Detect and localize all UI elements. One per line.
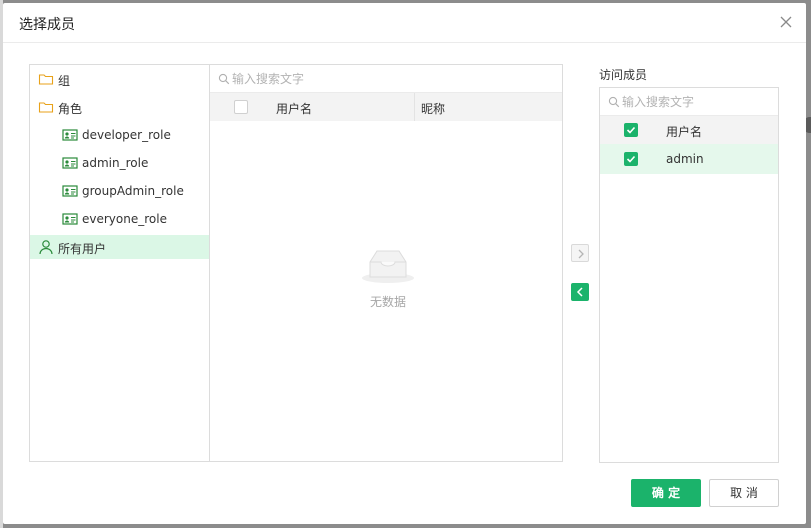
table-row[interactable]: admin [600, 144, 778, 174]
folder-icon [38, 71, 54, 87]
user-table-header: 用户名 昵称 [210, 93, 562, 121]
dialog-title: 选择成员 [19, 17, 75, 33]
add-to-members-button[interactable] [571, 244, 589, 262]
member-search-bar [600, 88, 778, 116]
members-select-all-checkbox[interactable] [624, 123, 638, 137]
tree-item-all-users[interactable]: 所有用户 [30, 235, 209, 259]
role-card-icon [62, 155, 78, 171]
close-icon[interactable] [778, 14, 794, 30]
tree-item-groupadmin-role[interactable]: groupAdmin_role [30, 179, 209, 203]
column-header-username: 用户名 [276, 102, 313, 116]
empty-state: 无数据 [358, 245, 418, 315]
members-label: 访问成员 [599, 68, 648, 82]
select-all-checkbox[interactable] [234, 100, 248, 114]
column-header-username: 用户名 [666, 125, 703, 139]
user-list-panel: 用户名 昵称 无数据 [209, 64, 563, 462]
member-table-header: 用户名 [600, 116, 778, 144]
tree-item-role[interactable]: 角色 [30, 95, 209, 119]
confirm-button[interactable]: 确 定 [631, 479, 701, 507]
tree-item-label: groupAdmin_role [82, 184, 184, 198]
role-card-icon [62, 183, 78, 199]
tree-item-group[interactable]: 组 [30, 67, 209, 91]
folder-icon [38, 99, 54, 115]
tree-item-label: 角色 [58, 102, 83, 116]
search-icon [218, 73, 230, 85]
empty-text: 无数据 [369, 295, 406, 309]
role-card-icon [62, 127, 78, 143]
member-search-input[interactable] [622, 92, 762, 112]
dialog-header: 选择成员 [3, 3, 806, 43]
tree-item-label: admin_role [82, 156, 149, 170]
tree-item-label: developer_role [82, 128, 171, 142]
tree-item-admin-role[interactable]: admin_role [30, 151, 209, 175]
tree-item-label: everyone_role [82, 212, 167, 226]
member-type-tree: 组 角色 developer_role admin_role groupAdmi… [29, 64, 209, 462]
select-members-dialog: 选择成员 组 角色 developer_role admin_role grou… [3, 3, 806, 524]
user-search-bar [210, 65, 562, 93]
user-search-input[interactable] [232, 69, 532, 89]
search-icon [608, 96, 620, 108]
tree-item-developer-role[interactable]: developer_role [30, 123, 209, 147]
member-username: admin [666, 152, 704, 166]
role-card-icon [62, 211, 78, 227]
tree-item-everyone-role[interactable]: everyone_role [30, 207, 209, 231]
empty-inbox-icon [360, 245, 416, 288]
column-header-nickname: 昵称 [421, 102, 446, 116]
tree-item-label: 组 [58, 74, 71, 88]
user-icon [38, 239, 54, 255]
members-panel: 用户名 admin [599, 87, 779, 463]
row-checkbox[interactable] [624, 152, 638, 166]
tree-item-label: 所有用户 [58, 242, 107, 256]
remove-from-members-button[interactable] [571, 283, 589, 301]
column-divider [414, 93, 415, 121]
cancel-button[interactable]: 取 消 [709, 479, 779, 507]
